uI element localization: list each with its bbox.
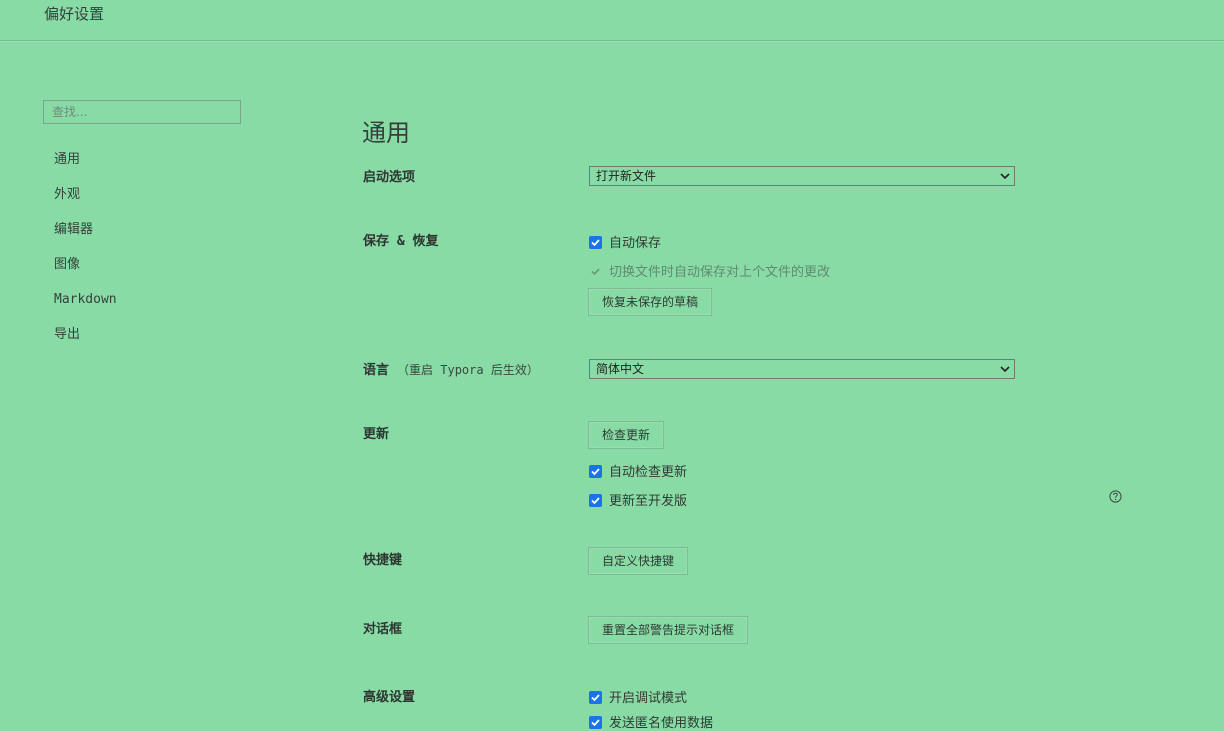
switch-save-checkbox — [589, 265, 602, 278]
language-select[interactable]: 简体中文 — [589, 359, 1015, 379]
auto-check-update-checkbox[interactable] — [589, 465, 602, 478]
search-input[interactable] — [43, 100, 241, 124]
custom-shortcuts-button[interactable]: 自定义快捷键 — [588, 547, 689, 575]
advanced-label: 高级设置 — [363, 690, 416, 705]
sidebar-item-general[interactable]: 通用 — [54, 150, 117, 185]
auto-check-update-label: 自动检查更新 — [609, 465, 688, 480]
sidebar-item-export[interactable]: 导出 — [54, 325, 117, 360]
sidebar-nav: 通用 外观 编辑器 图像 Markdown 导出 — [54, 150, 117, 360]
check-update-button[interactable]: 检查更新 — [588, 421, 665, 449]
sidebar-item-markdown[interactable]: Markdown — [54, 290, 117, 325]
dev-channel-option[interactable]: 更新至开发版 — [589, 490, 688, 509]
debug-mode-checkbox[interactable] — [589, 691, 602, 704]
chevron-down-icon — [1000, 366, 1010, 373]
switch-save-option: 切换文件时自动保存对上个文件的更改 — [589, 261, 831, 280]
autosave-checkbox[interactable] — [589, 236, 602, 249]
help-icon[interactable] — [1109, 490, 1122, 503]
startup-select-value: 打开新文件 — [596, 169, 657, 183]
anonymous-data-checkbox[interactable] — [589, 716, 602, 729]
debug-mode-option[interactable]: 开启调试模式 — [589, 687, 688, 706]
page-title: 通用 — [362, 119, 410, 148]
sidebar-item-editor[interactable]: 编辑器 — [54, 220, 117, 255]
update-label: 更新 — [363, 427, 390, 442]
autosave-label: 自动保存 — [609, 236, 662, 251]
save-recover-label: 保存 & 恢复 — [363, 234, 439, 249]
dialogs-label: 对话框 — [363, 622, 403, 637]
startup-label: 启动选项 — [363, 170, 416, 185]
shortcuts-label: 快捷键 — [363, 553, 403, 568]
switch-save-label: 切换文件时自动保存对上个文件的更改 — [609, 265, 831, 280]
language-note: （重启 Typora 后生效） — [397, 363, 539, 377]
debug-mode-label: 开启调试模式 — [609, 691, 688, 706]
sidebar-item-image[interactable]: 图像 — [54, 255, 117, 290]
title-bar: 偏好设置 — [0, 0, 1224, 41]
anonymous-data-option[interactable]: 发送匿名使用数据 — [589, 712, 714, 731]
language-select-value: 简体中文 — [596, 362, 645, 376]
recover-drafts-button[interactable]: 恢复未保存的草稿 — [588, 288, 713, 316]
dev-channel-label: 更新至开发版 — [609, 494, 688, 509]
autosave-option[interactable]: 自动保存 — [589, 232, 662, 251]
startup-select[interactable]: 打开新文件 — [589, 166, 1015, 186]
language-label: 语言 （重启 Typora 后生效） — [363, 359, 539, 378]
sidebar-item-appearance[interactable]: 外观 — [54, 185, 117, 220]
language-label-text: 语言 — [363, 363, 390, 378]
auto-check-update-option[interactable]: 自动检查更新 — [589, 461, 688, 480]
window-title: 偏好设置 — [44, 5, 105, 23]
reset-dialogs-button[interactable]: 重置全部警告提示对话框 — [588, 616, 749, 644]
anonymous-data-label: 发送匿名使用数据 — [609, 716, 714, 731]
dev-channel-checkbox[interactable] — [589, 494, 602, 507]
chevron-down-icon — [1000, 173, 1010, 180]
